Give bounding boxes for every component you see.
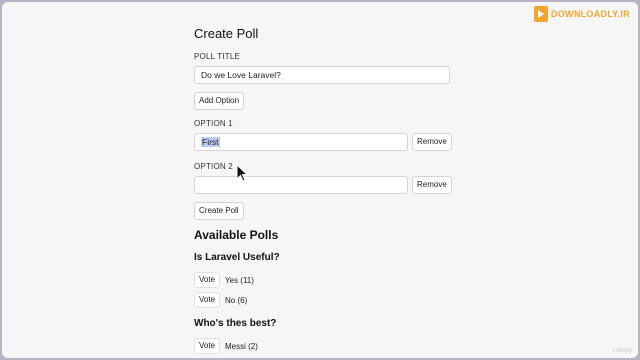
mouse-cursor-icon	[236, 163, 249, 187]
available-polls-heading: Available Polls	[194, 228, 279, 242]
brand-logo: DOWNLOADLY.IR	[533, 4, 630, 24]
vote-button[interactable]: Vote	[194, 292, 221, 308]
vote-button[interactable]: Vote	[194, 272, 221, 288]
poll-option-row: Vote No (6)	[194, 292, 247, 308]
option-1-input[interactable]: First	[194, 133, 408, 151]
add-option-button[interactable]: Add Option	[194, 92, 245, 110]
option-1-remove-button[interactable]: Remove	[412, 133, 452, 151]
poll-question: Is Laravel Useful?	[194, 252, 280, 263]
poll-option-row: Vote Yes (11)	[194, 272, 254, 288]
brand-logo-text: DOWNLOADLY.IR	[550, 9, 630, 19]
poll-title-label: POLL TITLE	[194, 52, 241, 61]
option-2-input[interactable]	[194, 176, 408, 194]
poll-question: Who's thes best?	[194, 318, 277, 329]
watermark: Udemy	[612, 348, 632, 354]
option-2-label: OPTION 2	[194, 162, 233, 171]
create-poll-button[interactable]: Create Poll	[194, 202, 244, 220]
option-1-label: OPTION 1	[194, 119, 233, 128]
option-1-value: First	[201, 137, 220, 147]
poll-option-text: Yes (11)	[225, 275, 254, 285]
download-icon	[533, 6, 548, 22]
poll-option-row: Vote Messi (2)	[194, 338, 258, 354]
create-poll-heading: Create Poll	[194, 26, 259, 41]
option-2-remove-button[interactable]: Remove	[412, 176, 452, 194]
app-window: DOWNLOADLY.IR Create Poll POLL TITLE Do …	[2, 2, 638, 358]
vote-button[interactable]: Vote	[194, 338, 221, 354]
poll-title-input[interactable]: Do we Love Laravel?	[194, 66, 450, 84]
poll-option-text: Messi (2)	[225, 341, 258, 351]
poll-option-text: No (6)	[225, 295, 248, 305]
